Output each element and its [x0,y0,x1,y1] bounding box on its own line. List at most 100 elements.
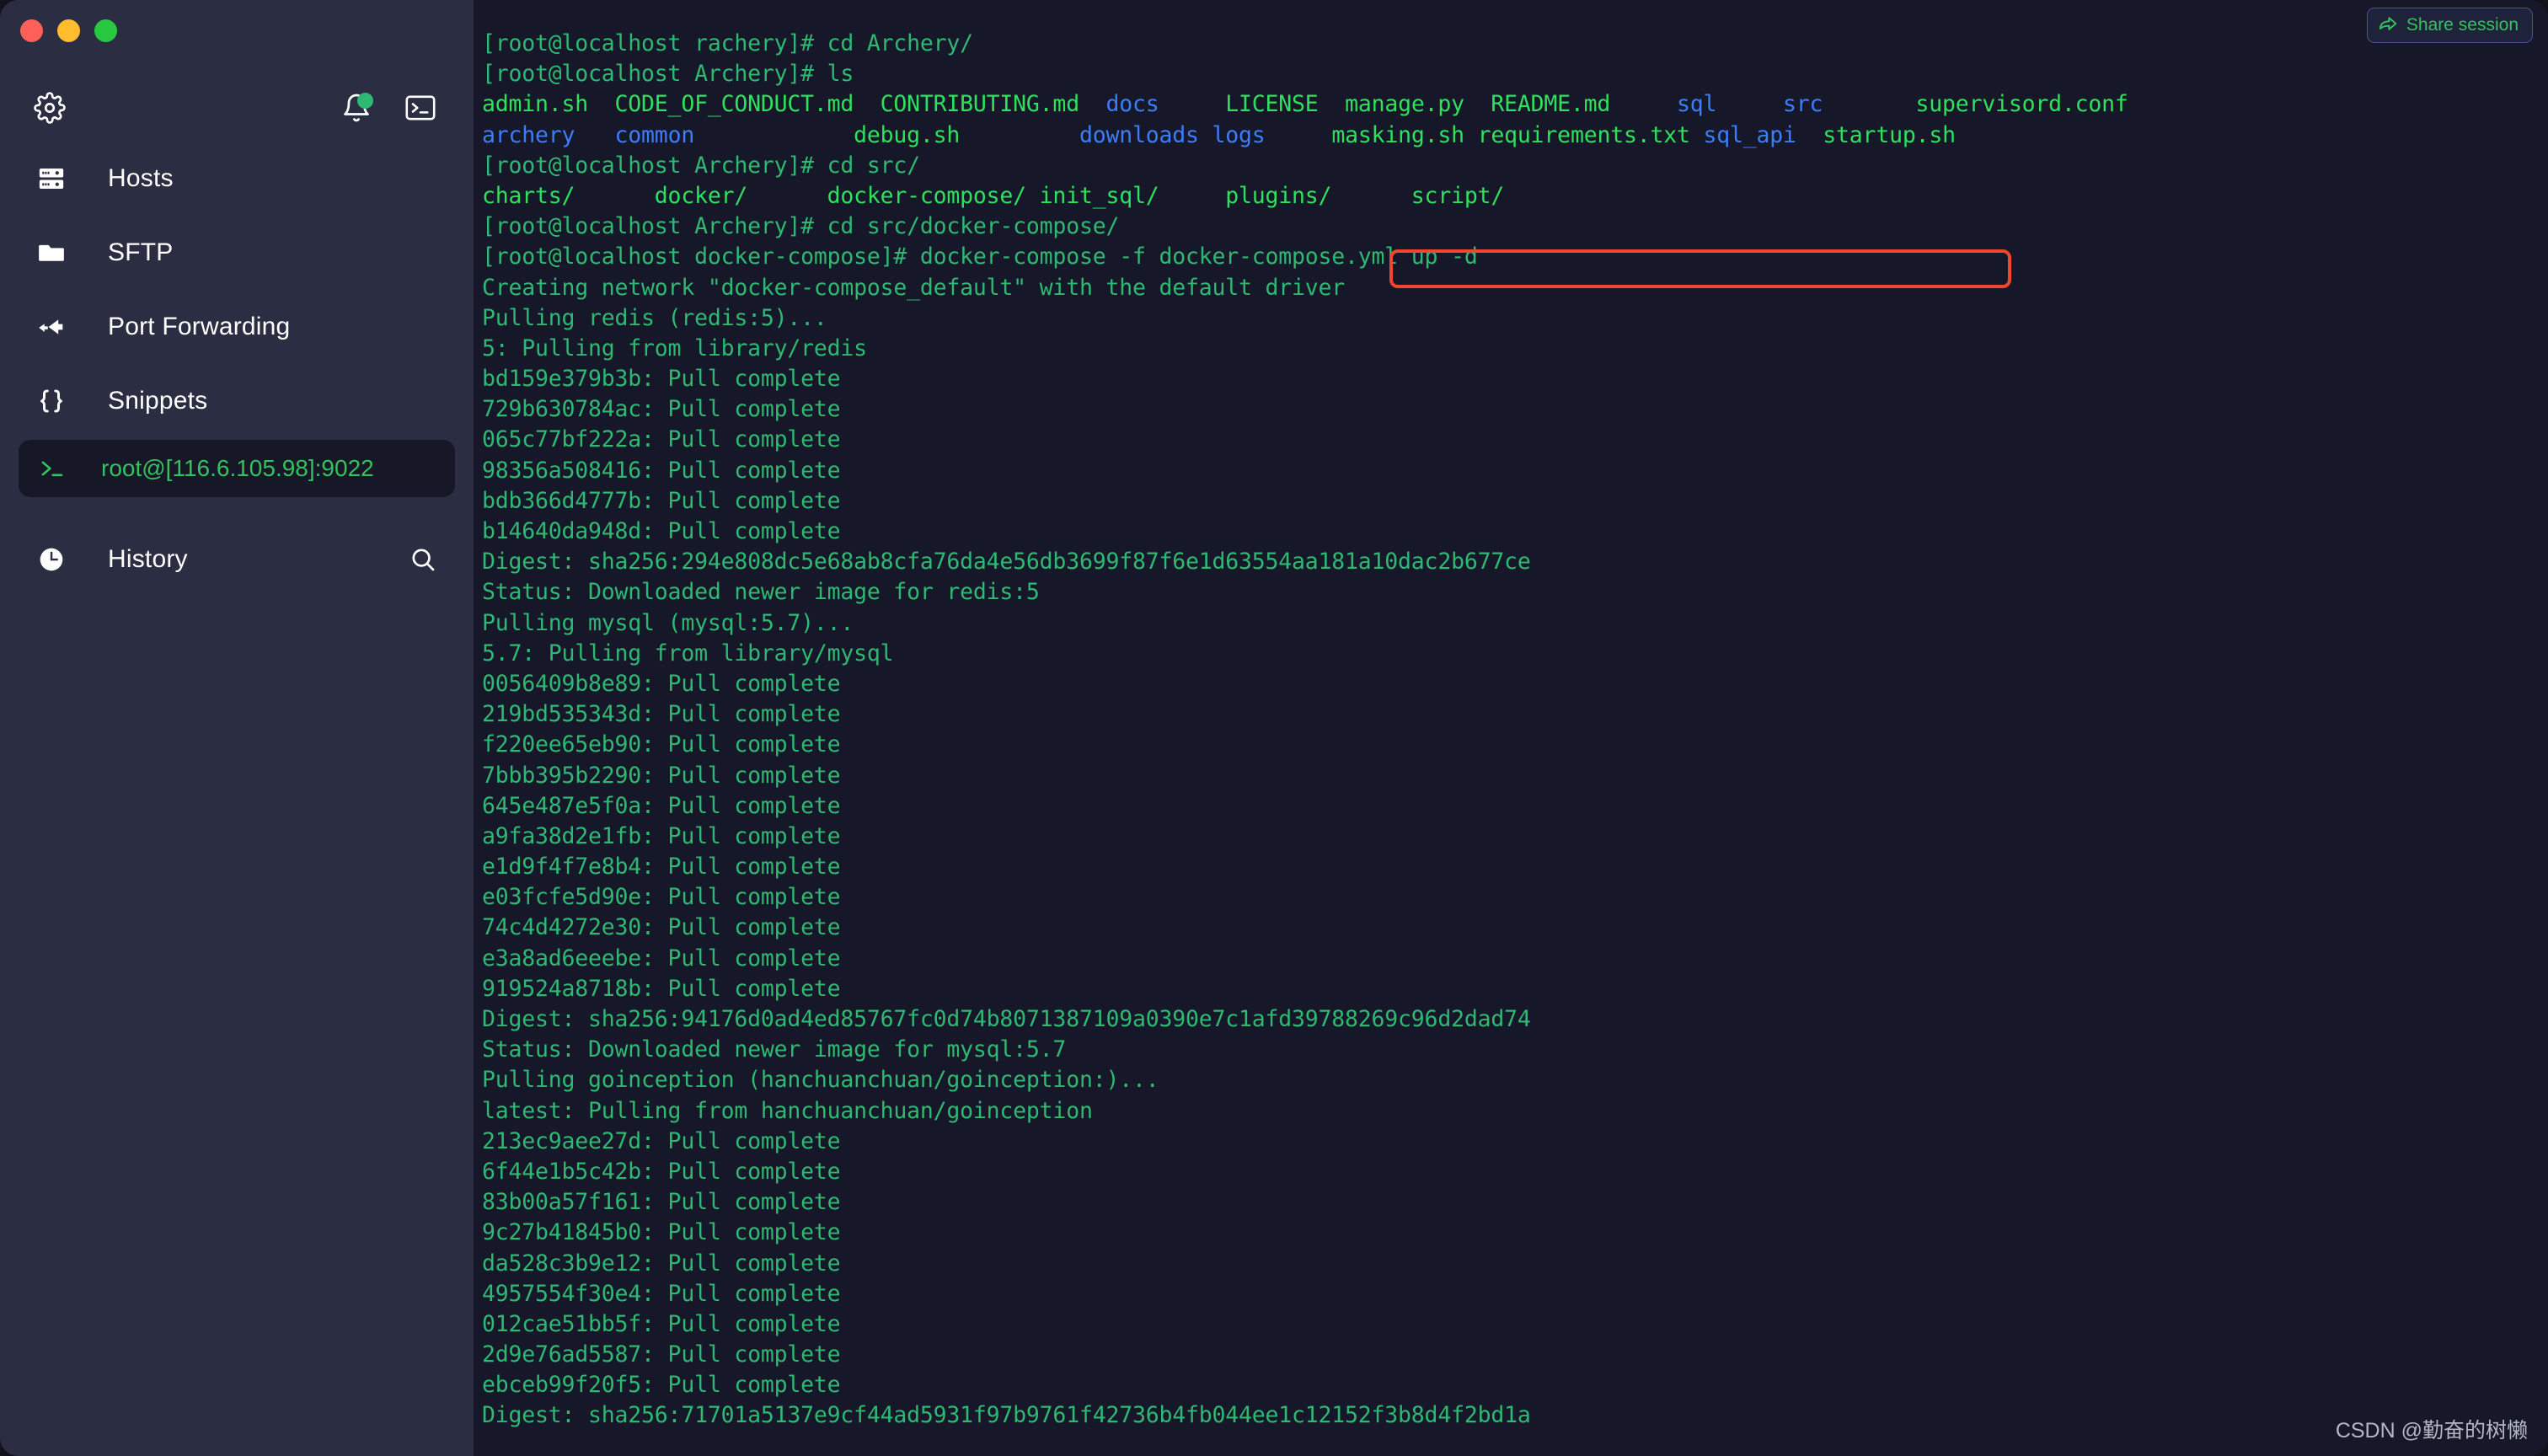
terminal-text: Digest: sha256:94176d0ad4ed85767fc0d74b8… [482,1006,1531,1032]
terminal-text: bd159e379b3b: Pull complete [482,366,841,393]
terminal-text: archery [482,121,575,148]
terminal-text: [root@localhost Archery]# cd src/docker-… [482,213,1120,240]
terminal-text: f220ee65eb90: Pull complete [482,731,841,758]
terminal-text: 98356a508416: Pull complete [482,457,841,484]
terminal-text: downloads [1079,121,1199,148]
terminal-text: README.md [1464,91,1611,118]
close-window-button[interactable] [20,19,43,42]
terminal-text: Creating network "docker-compose_default… [482,274,1346,301]
terminal-line: 9c27b41845b0: Pull complete [482,1218,2548,1248]
sidebar-item-port-forwarding[interactable]: Port Forwarding [0,290,474,364]
folder-icon [37,238,76,267]
minimize-window-button[interactable] [57,19,80,42]
terminal-text: sql_api [1703,121,1796,148]
terminal-line: Status: Downloaded newer image for redis… [482,577,2548,608]
terminal-text: [root@localhost Archery]# cd src/ [482,152,920,179]
server-icon [37,164,76,193]
terminal-line: b14640da948d: Pull complete [482,517,2548,547]
sidebar-nav: Hosts SFTP Port Forwarding Snippets [0,142,474,438]
terminal-text: b14640da948d: Pull complete [482,518,841,544]
terminal-line: ebceb99f20f5: Pull complete [482,1370,2548,1400]
terminal-text: 065c77bf222a: Pull complete [482,426,841,453]
terminal-line: Status: Downloaded newer image for mysql… [482,1035,2548,1065]
sidebar-toolbar [0,76,474,143]
terminal-line: [root@localhost Archery]# ls [482,59,2548,89]
terminal-line: 065c77bf222a: Pull complete [482,425,2548,455]
gear-icon [34,91,66,128]
terminal-line: charts/ docker/ docker-compose/ init_sql… [482,181,2548,211]
new-terminal-button[interactable] [401,90,440,129]
sidebar-item-snippets[interactable]: Snippets [0,364,474,438]
terminal-text: [root@localhost Archery]# ls [482,61,854,88]
terminal-line: 7bbb395b2290: Pull complete [482,761,2548,791]
maximize-window-button[interactable] [94,19,117,42]
sidebar-item-label: SFTP [108,238,174,266]
share-session-button[interactable]: Share session [2366,8,2533,43]
sidebar-item-label: Port Forwarding [108,313,291,340]
terminal-text: 2d9e76ad5587: Pull complete [482,1341,841,1368]
terminal-text: 83b00a57f161: Pull complete [482,1189,841,1216]
terminal-text: admin.sh CODE_OF_CONDUCT.md CONTRIBUTING… [482,91,1106,118]
sidebar-item-label: Snippets [108,387,208,415]
settings-button[interactable] [30,90,69,129]
terminal-text: 012cae51bb5f: Pull complete [482,1310,841,1337]
terminal-line: 5: Pulling from library/redis [482,334,2548,364]
terminal-line: Digest: sha256:94176d0ad4ed85767fc0d74b8… [482,1004,2548,1035]
terminal-line: [root@localhost docker-compose]# docker-… [482,242,2548,272]
prompt-icon [39,458,74,479]
window-controls [20,13,117,47]
terminal-line: 6f44e1b5c42b: Pull complete [482,1157,2548,1187]
terminal-line: [root@localhost Archery]# cd src/ [482,151,2548,181]
terminal-line: Pulling goinception (hanchuanchuan/goinc… [482,1065,2548,1095]
terminal-line: 74c4d4272e30: Pull complete [482,913,2548,943]
terminal-text: 219bd535343d: Pull complete [482,701,841,728]
terminal-text: requirements.txt [1464,121,1704,148]
session-label: root@[116.6.105.98]:9022 [101,455,374,481]
terminal-text: bdb366d4777b: Pull complete [482,487,841,514]
terminal-line: [root@localhost Archery]# cd src/docker-… [482,211,2548,242]
terminal-text: e03fcfe5d90e: Pull complete [482,884,841,911]
sidebar-item-sftp[interactable]: SFTP [0,216,474,290]
terminal-line: 83b00a57f161: Pull complete [482,1187,2548,1218]
notifications-button[interactable] [337,90,376,129]
terminal-text: 4957554f30e4: Pull complete [482,1280,841,1307]
terminal-line: f220ee65eb90: Pull complete [482,730,2548,760]
terminal-line: 4957554f30e4: Pull complete [482,1279,2548,1309]
terminal-text: Status: Downloaded newer image for redis… [482,579,1040,606]
sidebar-item-history[interactable]: History [0,527,474,592]
search-icon[interactable] [404,541,442,578]
clock-icon [37,545,76,574]
terminal-text: supervisord.conf [1823,91,2128,118]
terminal-text: docs [1105,91,1159,118]
terminal-line: 919524a8718b: Pull complete [482,974,2548,1004]
share-session-label: Share session [2406,15,2519,35]
terminal-line: Creating network "docker-compose_default… [482,273,2548,303]
terminal-line: bd159e379b3b: Pull complete [482,364,2548,394]
terminal-line: 219bd535343d: Pull complete [482,699,2548,730]
terminal-pane[interactable]: Share session [root@localhost rachery]# … [474,0,2548,1456]
terminal-text: Digest: sha256:294e808dc5e68ab8cfa76da4e… [482,549,1531,575]
terminal-text: 213ec9aee27d: Pull complete [482,1127,841,1154]
sidebar-item-hosts[interactable]: Hosts [0,142,474,216]
terminal-text: 74c4d4272e30: Pull complete [482,914,841,941]
terminal-text: 919524a8718b: Pull complete [482,975,841,1002]
terminal-line: 98356a508416: Pull complete [482,456,2548,486]
terminal-text: Pulling goinception (hanchuanchuan/goinc… [482,1067,1159,1094]
terminal-icon [405,95,436,125]
terminal-line: latest: Pulling from hanchuanchuan/goinc… [482,1096,2548,1127]
terminal-line: 2d9e76ad5587: Pull complete [482,1340,2548,1370]
terminal-text: latest: Pulling from hanchuanchuan/goinc… [482,1097,1093,1124]
terminal-text: debug.sh [854,121,961,148]
terminal-output[interactable]: [root@localhost rachery]# cd Archery/ [ro… [474,0,2548,1456]
terminal-line: e1d9f4f7e8b4: Pull complete [482,852,2548,882]
terminal-text: 5: Pulling from library/redis [482,335,867,361]
sidebar-item-active-session[interactable]: root@[116.6.105.98]:9022 [19,440,455,497]
terminal-text: masking.sh [1331,121,1464,148]
terminal-text: Digest: sha256:71701a5137e9cf44ad5931f97… [482,1402,1531,1429]
arrow-forward-icon [37,313,76,341]
